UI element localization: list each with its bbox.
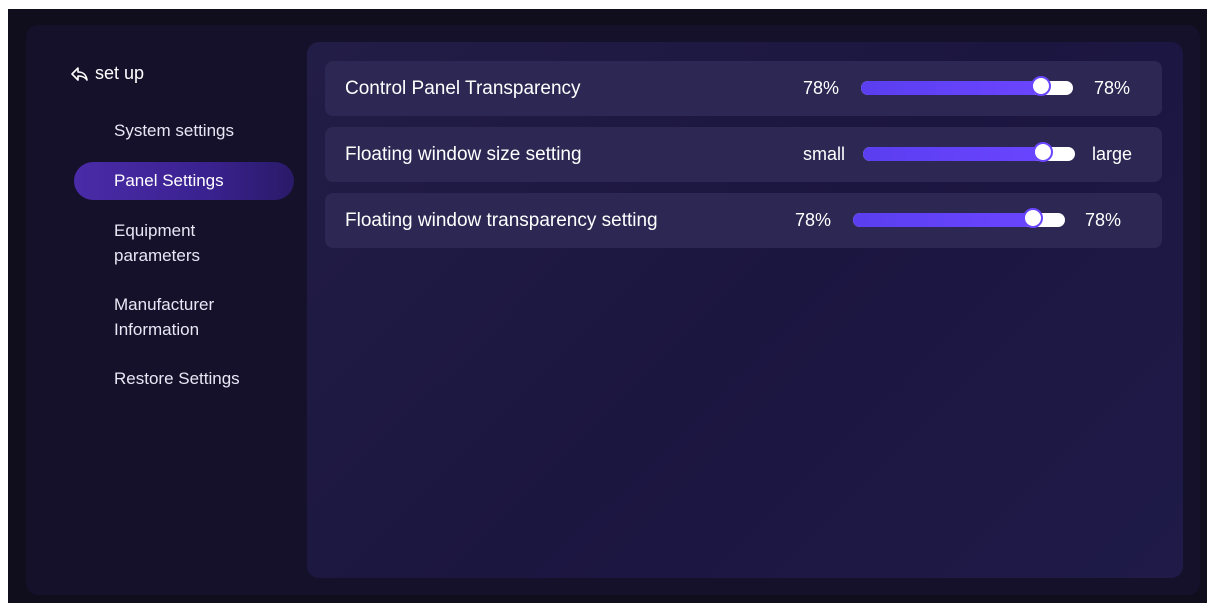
slider-min-label: small xyxy=(803,144,846,164)
slider-max-label: 78% xyxy=(1085,210,1122,230)
slider-fill xyxy=(863,147,1043,161)
sidebar-item-label: Equipment parameters xyxy=(114,221,200,265)
setting-label: Floating window transparency setting xyxy=(345,210,658,231)
sidebar-item-manufacturer-information[interactable]: Manufacturer Information xyxy=(74,292,264,342)
sidebar-item-equipment-parameters[interactable]: Equipment parameters xyxy=(74,218,264,268)
settings-window: set up System settings Panel Settings Eq… xyxy=(26,25,1200,595)
slider-thumb[interactable] xyxy=(1023,208,1043,228)
setting-label: Control Panel Transparency xyxy=(345,78,581,99)
slider-thumb[interactable] xyxy=(1031,76,1051,96)
setting-row-floating-window-transparency: Floating window transparency setting 78%… xyxy=(325,193,1162,248)
app-background: set up System settings Panel Settings Eq… xyxy=(8,9,1207,603)
slider-min-label: 78% xyxy=(795,210,832,230)
floating-window-transparency-slider[interactable] xyxy=(853,208,1065,228)
slider-thumb[interactable] xyxy=(1033,142,1053,162)
control-panel-transparency-slider[interactable] xyxy=(861,76,1073,96)
slider-fill xyxy=(853,213,1033,227)
slider-fill xyxy=(861,81,1041,95)
setting-row-control-panel-transparency: Control Panel Transparency 78% 78% xyxy=(325,61,1162,116)
floating-window-size-slider[interactable] xyxy=(863,142,1075,162)
back-arrow-icon xyxy=(70,66,88,82)
setting-label: Floating window size setting xyxy=(345,144,582,165)
sidebar-item-label: Restore Settings xyxy=(114,369,240,388)
slider-min-label: 78% xyxy=(803,78,840,98)
sidebar-item-restore-settings[interactable]: Restore Settings xyxy=(74,366,294,391)
slider-max-label: 78% xyxy=(1094,78,1131,98)
sidebar-item-panel-settings[interactable]: Panel Settings xyxy=(74,162,294,200)
back-button[interactable]: set up xyxy=(70,63,144,84)
sidebar-item-label: Panel Settings xyxy=(114,171,224,190)
slider-max-label: large xyxy=(1092,144,1133,164)
setting-row-floating-window-size: Floating window size setting small large xyxy=(325,127,1162,182)
back-label: set up xyxy=(95,63,145,83)
sidebar-item-system-settings[interactable]: System settings xyxy=(74,118,294,143)
sidebar-item-label: Manufacturer Information xyxy=(114,295,215,339)
settings-panel: Control Panel Transparency 78% 78% Float… xyxy=(307,42,1183,578)
sidebar-item-label: System settings xyxy=(114,121,234,140)
